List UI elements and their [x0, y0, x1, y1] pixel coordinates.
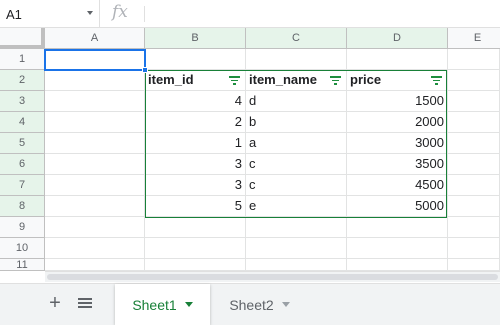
cell-item-name[interactable]: a	[246, 133, 347, 154]
name-box-value: A1	[6, 6, 22, 22]
cell-price[interactable]: 3500	[347, 154, 448, 175]
header-label: item_id	[148, 72, 194, 87]
formula-divider	[144, 6, 145, 22]
grid-cell[interactable]	[246, 49, 347, 70]
column-header-c[interactable]: C	[246, 28, 347, 49]
row-header-7[interactable]: 7	[0, 175, 45, 196]
grid-cell[interactable]	[448, 154, 500, 175]
grid-cell[interactable]	[145, 217, 246, 238]
grid-cell[interactable]	[45, 70, 145, 91]
grid-cell[interactable]	[347, 238, 448, 259]
cell-item-name[interactable]: c	[246, 154, 347, 175]
column-header-a[interactable]: A	[45, 28, 145, 49]
table-header-item-id[interactable]: item_id	[145, 70, 246, 91]
grid-cell[interactable]	[448, 238, 500, 259]
header-label: item_name	[249, 72, 317, 87]
grid-cell[interactable]	[145, 49, 246, 70]
cell-item-id[interactable]: 3	[145, 175, 246, 196]
grid-cell[interactable]	[448, 259, 500, 271]
grid-cell[interactable]	[45, 154, 145, 175]
cell-price[interactable]: 2000	[347, 112, 448, 133]
grid-cell[interactable]	[448, 112, 500, 133]
formula-input[interactable]	[150, 0, 500, 28]
grid-cell[interactable]	[448, 91, 500, 112]
grid-cell[interactable]	[448, 133, 500, 154]
cell-item-id[interactable]: 5	[145, 196, 246, 217]
grid-cell[interactable]	[448, 49, 500, 70]
grid-cell[interactable]	[45, 49, 145, 70]
tab-sheet1[interactable]: Sheet1	[115, 284, 210, 325]
table-header-price[interactable]: price	[347, 70, 448, 91]
cell-item-id[interactable]: 2	[145, 112, 246, 133]
table-header-item-name[interactable]: item_name	[246, 70, 347, 91]
row-header-4[interactable]: 4	[0, 112, 45, 133]
column-header-b[interactable]: B	[145, 28, 246, 49]
grid-cell[interactable]	[145, 238, 246, 259]
filter-icon[interactable]	[229, 76, 240, 85]
grid-cell[interactable]	[45, 91, 145, 112]
row-header-8[interactable]: 8	[0, 196, 45, 217]
grid-cell[interactable]	[246, 238, 347, 259]
grid-cell[interactable]	[347, 49, 448, 70]
grid-cell[interactable]	[45, 217, 145, 238]
tab-label: Sheet2	[229, 296, 274, 313]
cell-price[interactable]: 5000	[347, 196, 448, 217]
cell-price[interactable]: 1500	[347, 91, 448, 112]
row-header-2[interactable]: 2	[0, 70, 45, 91]
row-header-5[interactable]: 5	[0, 133, 45, 154]
filter-icon[interactable]	[431, 76, 442, 85]
cell-item-name[interactable]: b	[246, 112, 347, 133]
formula-bar: A1 fx	[0, 0, 500, 28]
grid-cell[interactable]	[45, 259, 145, 271]
tab-sheet2[interactable]: Sheet2	[212, 284, 307, 325]
tab-label: Sheet1	[132, 296, 177, 313]
grid-cell[interactable]	[45, 238, 145, 259]
scrollbar-thumb[interactable]	[47, 274, 498, 280]
cell-price[interactable]: 4500	[347, 175, 448, 196]
cell-item-id[interactable]: 4	[145, 91, 246, 112]
cell-item-name[interactable]: c	[246, 175, 347, 196]
all-sheets-icon[interactable]	[78, 298, 92, 310]
row-header-11[interactable]: 11	[0, 259, 45, 271]
column-header-d[interactable]: D	[347, 28, 448, 49]
select-all-corner[interactable]	[0, 28, 45, 49]
header-label: price	[350, 72, 382, 87]
grid-cell[interactable]	[45, 133, 145, 154]
grid-cell[interactable]	[246, 259, 347, 271]
cell-item-name[interactable]: e	[246, 196, 347, 217]
chevron-down-icon[interactable]	[281, 302, 290, 307]
grid-cell[interactable]	[347, 259, 448, 271]
sheet-tab-bar: + Sheet1 Sheet2	[0, 283, 500, 325]
row-header-10[interactable]: 10	[0, 238, 45, 259]
grid-cell[interactable]	[45, 175, 145, 196]
row-header-6[interactable]: 6	[0, 154, 45, 175]
chevron-down-icon[interactable]	[184, 302, 193, 307]
grid-cell[interactable]	[448, 175, 500, 196]
fill-handle[interactable]	[142, 67, 148, 73]
grid-cell[interactable]	[448, 217, 500, 238]
cell-item-name[interactable]: d	[246, 91, 347, 112]
add-sheet-icon[interactable]: +	[46, 293, 64, 314]
horizontal-scrollbar[interactable]	[45, 271, 500, 282]
grid-cell[interactable]	[347, 217, 448, 238]
column-header-e[interactable]: E	[448, 28, 500, 49]
cell-item-id[interactable]: 3	[145, 154, 246, 175]
chevron-down-icon[interactable]	[87, 11, 93, 15]
cell-price[interactable]: 3000	[347, 133, 448, 154]
grid-cell[interactable]	[246, 217, 347, 238]
row-header-3[interactable]: 3	[0, 91, 45, 112]
row-header-1[interactable]: 1	[0, 49, 45, 70]
name-box[interactable]: A1	[0, 0, 100, 28]
grid-cell[interactable]	[45, 196, 145, 217]
grid-cell[interactable]	[448, 196, 500, 217]
filter-icon[interactable]	[330, 76, 341, 85]
grid-cell[interactable]	[145, 259, 246, 271]
fx-icon: fx	[112, 2, 128, 22]
grid-cell[interactable]	[448, 70, 500, 91]
grid-cell[interactable]	[45, 112, 145, 133]
cell-item-id[interactable]: 1	[145, 133, 246, 154]
row-header-9[interactable]: 9	[0, 217, 45, 238]
